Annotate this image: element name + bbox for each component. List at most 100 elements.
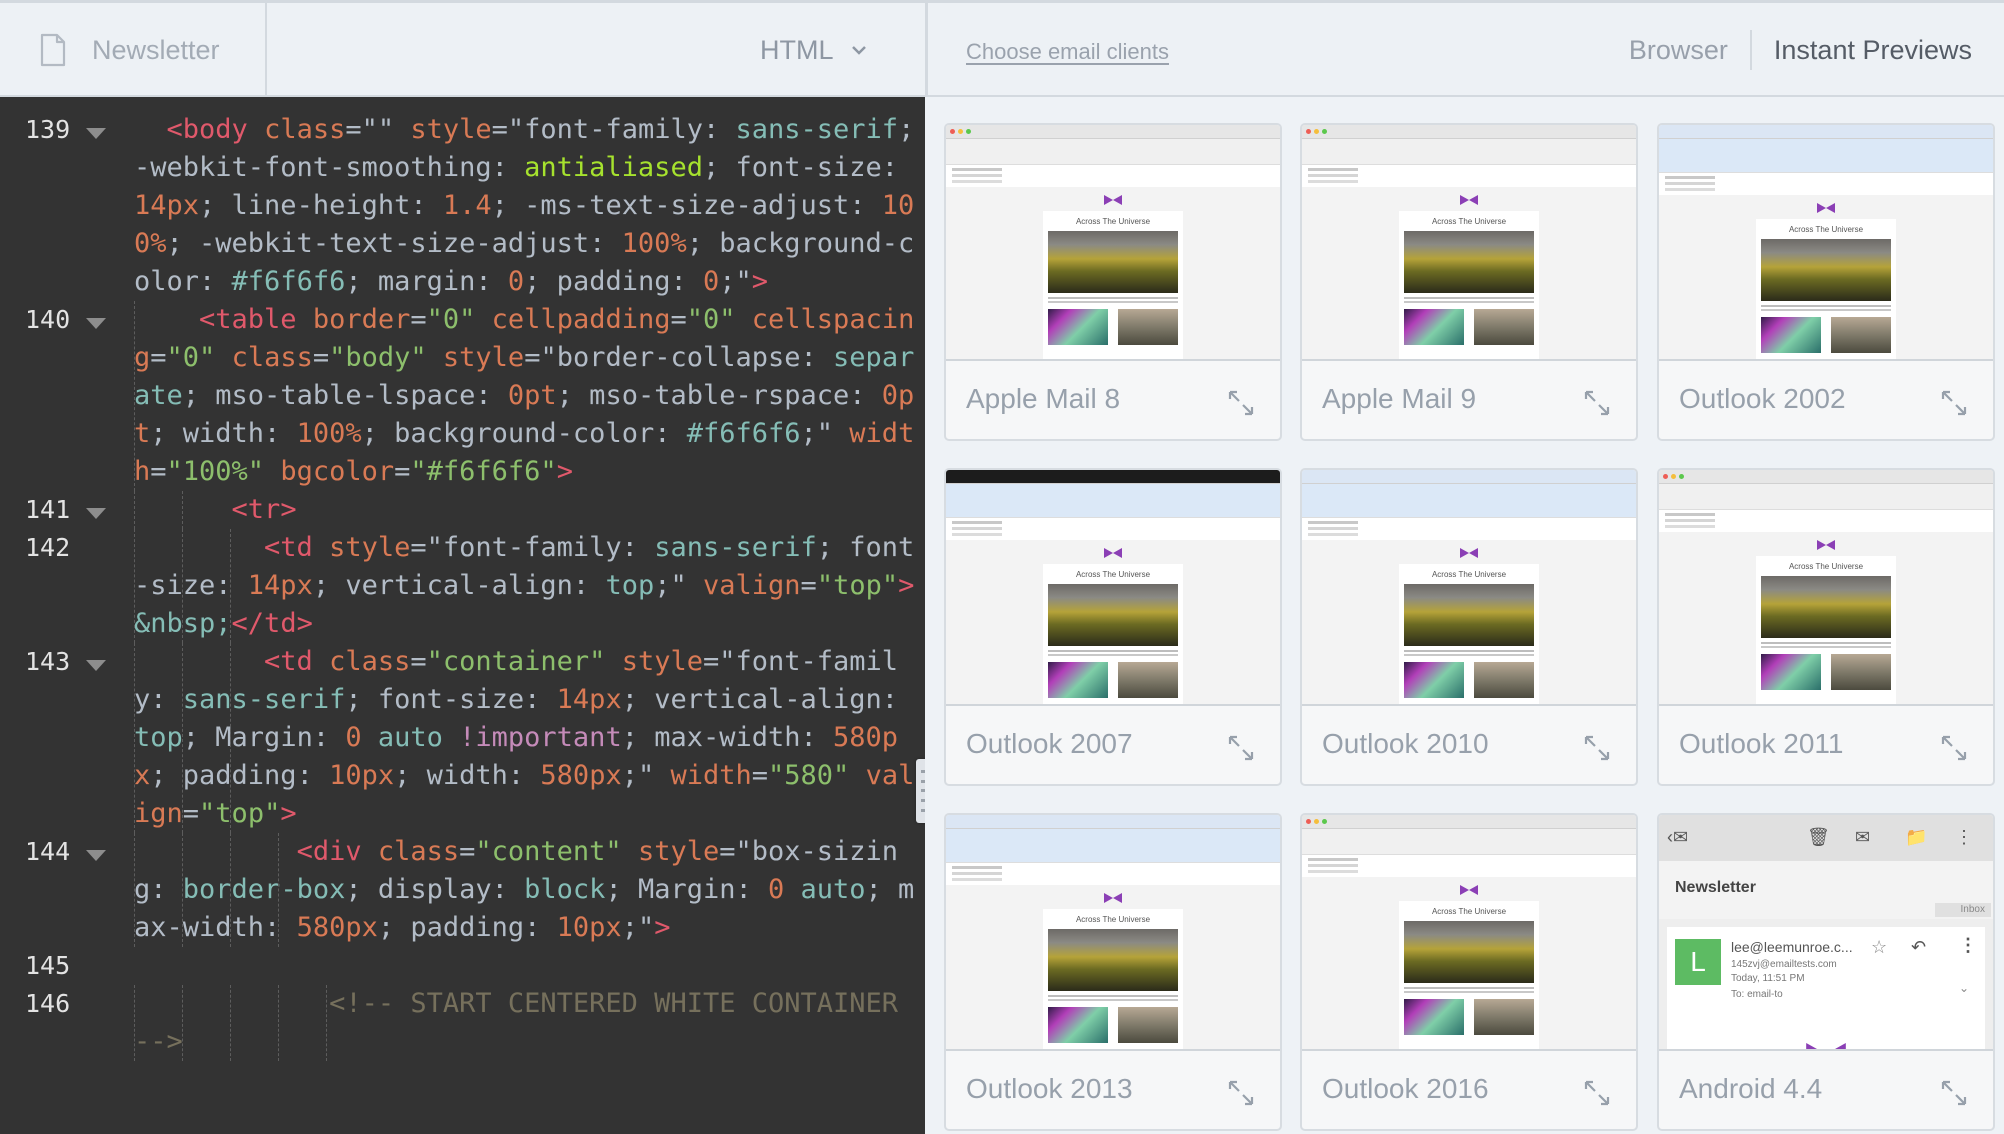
expand-icon[interactable] [1584,390,1610,416]
line-number: 141 [25,495,71,524]
email-client-screenshot[interactable]: Across The Universe [946,470,1280,706]
code-token: "0" [426,304,492,335]
indent-guide [230,985,231,1061]
code-token: ="border-collapse: [524,342,834,373]
fold-arrow-icon[interactable] [86,508,106,519]
file-tab[interactable]: Newsletter [0,3,267,97]
to-line: To: email-to [1731,989,1783,1000]
expand-icon[interactable] [1941,390,1967,416]
expand-icon[interactable] [1941,1080,1967,1106]
choose-email-clients-link[interactable]: Choose email clients [966,39,1169,65]
code-token: = [410,646,427,677]
code-token: "top" [199,798,281,829]
body-text [1404,650,1534,652]
code-token: top [134,722,183,753]
email-client-screenshot[interactable]: ‹✉ 🗑 ✉ 📁 ⋮ Newsletter Inbox Llee@leemunroe.c...… [1659,815,1993,1051]
preview-card[interactable]: Across The Universe Apple Mail 8 [944,123,1282,441]
preview-card[interactable]: Across The Universe Outlook 2011 [1657,468,1995,786]
indent-guide [278,833,279,947]
code-line[interactable]: 139 <body class="" style="font-family: s… [0,111,925,301]
code-token: 10px [329,760,395,791]
code-line[interactable]: 142 <td style="font-family: sans-serif ; … [0,529,925,643]
code-line[interactable]: 140 <table border="0" cellpadding="0" ce… [0,301,925,491]
preview-card[interactable]: Across The Universe Apple Mail 9 [1300,123,1638,441]
code-token: ; mso-table-rspace: [556,380,882,411]
email-client-screenshot[interactable]: Across The Universe [1659,470,1993,706]
email-client-screenshot[interactable]: Across The Universe [1659,125,1993,361]
code-token: 14px [556,684,622,715]
expand-icon[interactable] [1228,1080,1254,1106]
article-image [1474,999,1534,1035]
client-name: Outlook 2007 [966,728,1133,759]
body-text [1404,987,1534,989]
expand-icon[interactable] [1228,735,1254,761]
code-token: ; mso-table-lspace: [182,380,508,411]
email-client-screenshot[interactable]: Across The Universe [1302,470,1636,706]
article-image [1831,654,1891,690]
code-token: ; font-size: [702,152,915,183]
logo-bowtie-icon [1104,893,1122,903]
preview-card[interactable]: Across The Universe Outlook 2010 [1300,468,1638,786]
fold-arrow-icon[interactable] [86,850,106,861]
fold-arrow-icon[interactable] [86,128,106,139]
indent-guide [230,833,231,947]
email-client-screenshot[interactable]: Across The Universe [1302,815,1636,1051]
email-client-screenshot[interactable]: Across The Universe [946,815,1280,1051]
back-mail-icon: ‹✉ [1667,827,1689,847]
fold-arrow-icon[interactable] [86,660,106,671]
header-lines [952,866,1002,869]
top-bar: Newsletter HTML Choose email clients Bro… [0,0,2004,97]
email-content: Across The Universe [1756,219,1896,359]
code-line[interactable]: 145 [0,947,925,985]
expand-icon[interactable] [1584,735,1610,761]
preview-card[interactable]: Across The Universe Outlook 2013 [944,813,1282,1131]
code-token: = [312,342,330,373]
avatar: L [1675,939,1721,985]
window-controls [1306,129,1327,134]
preview-card[interactable]: Across The Universe Outlook 2002 [1657,123,1995,441]
code-token: "#f6f6f6" [410,456,557,487]
preview-card[interactable]: Across The Universe Outlook 2007 [944,468,1282,786]
expand-icon[interactable] [1228,390,1254,416]
instant-previews-grid: Across The Universe Apple Mail 8 Across Th… [928,97,2004,1134]
code-line[interactable]: 143 <td class="container" style="font-fa… [0,643,925,833]
code-token: ; width: [150,418,297,449]
code-token: ; width: [394,760,541,791]
code-lines[interactable]: 139 <body class="" style="font-family: s… [0,97,925,1061]
envelope-icon: ✉ [1855,827,1871,847]
code-editor[interactable]: 139 <body class="" style="font-family: s… [0,97,925,1134]
panel-resize-handle[interactable] [916,759,925,823]
indent-guide [134,529,135,643]
code-line[interactable]: 144 <div class="content" style="box-sizi… [0,833,925,947]
code-token: 0 [507,266,525,297]
client-name: Outlook 2010 [1322,728,1489,759]
code-token: </td> [231,608,313,639]
email-client-screenshot[interactable]: Across The Universe [1302,125,1636,361]
code-token: 1.4 [442,190,492,221]
code-token: sans-serif [182,684,346,715]
code-token: "body" [329,342,443,373]
expand-icon[interactable] [1584,1080,1610,1106]
folder-icon: 📁 [1905,827,1928,847]
expand-icon[interactable] [1941,735,1967,761]
mode-dropdown[interactable]: HTML [760,3,868,97]
code-token: > [556,456,573,487]
view-instant-previews-button[interactable]: Instant Previews [1774,35,1972,66]
code-line[interactable]: 146 <!-- START CENTERED WHITE CONTAINER … [0,985,925,1061]
preview-card[interactable]: ‹✉ 🗑 ✉ 📁 ⋮ Newsletter Inbox Llee@leemunroe.c...… [1657,813,1995,1131]
code-token: ;" [654,570,703,601]
code-token: 580px [540,760,622,791]
preview-card[interactable]: Across The Universe Outlook 2016 [1300,813,1638,1131]
code-token: style [329,532,411,563]
email-client-screenshot[interactable]: Across The Universe [946,125,1280,361]
code-line[interactable]: 141 <tr> [0,491,925,529]
body-text [1761,642,1891,644]
code-token: ; padding: [377,912,557,943]
article-image [1048,662,1108,698]
view-browser-button[interactable]: Browser [1629,35,1728,66]
email-title: Across The Universe [1788,225,1864,234]
fold-arrow-icon[interactable] [86,318,106,329]
email-title: Across The Universe [1075,915,1151,924]
